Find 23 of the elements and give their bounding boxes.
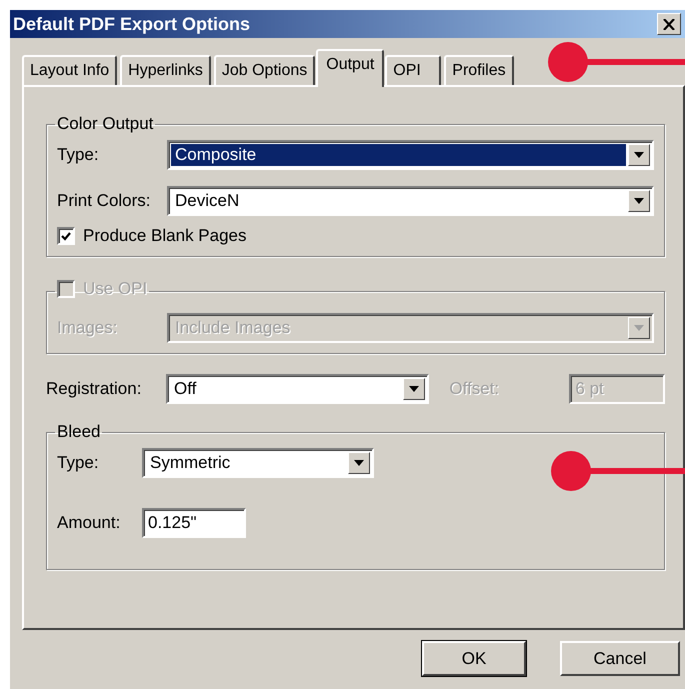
tab[interactable]: Layout Info <box>22 55 118 85</box>
field-label: Registration: <box>46 379 142 399</box>
dropdown[interactable]: Symmetric <box>142 448 374 478</box>
dialog-button[interactable]: OK <box>422 641 526 676</box>
tab[interactable]: Profiles <box>444 55 514 85</box>
group-label: Bleed <box>57 422 100 441</box>
window-title: Default PDF Export Options <box>13 14 250 34</box>
field-label: Amount: <box>57 513 122 533</box>
group-label: Color Output <box>57 114 154 133</box>
dropdown[interactable]: Composite <box>167 140 654 170</box>
tab[interactable]: Hyperlinks <box>120 55 211 85</box>
field-label: Type: <box>57 453 100 473</box>
tab[interactable]: OPI <box>385 55 442 85</box>
checkbox-label: Use OPI <box>83 279 148 299</box>
tab[interactable]: Job Options <box>214 55 316 85</box>
field-label: Type: <box>57 145 100 165</box>
tab[interactable]: Output <box>316 49 384 87</box>
checkbox-label: Produce Blank Pages <box>83 226 246 246</box>
dialog-button[interactable]: Cancel <box>560 641 680 676</box>
input-field[interactable]: 0.125" <box>142 508 246 538</box>
dropdown[interactable]: Off <box>166 374 430 404</box>
dropdown[interactable]: DeviceN <box>167 186 654 216</box>
field-label: Print Colors: <box>57 191 152 211</box>
